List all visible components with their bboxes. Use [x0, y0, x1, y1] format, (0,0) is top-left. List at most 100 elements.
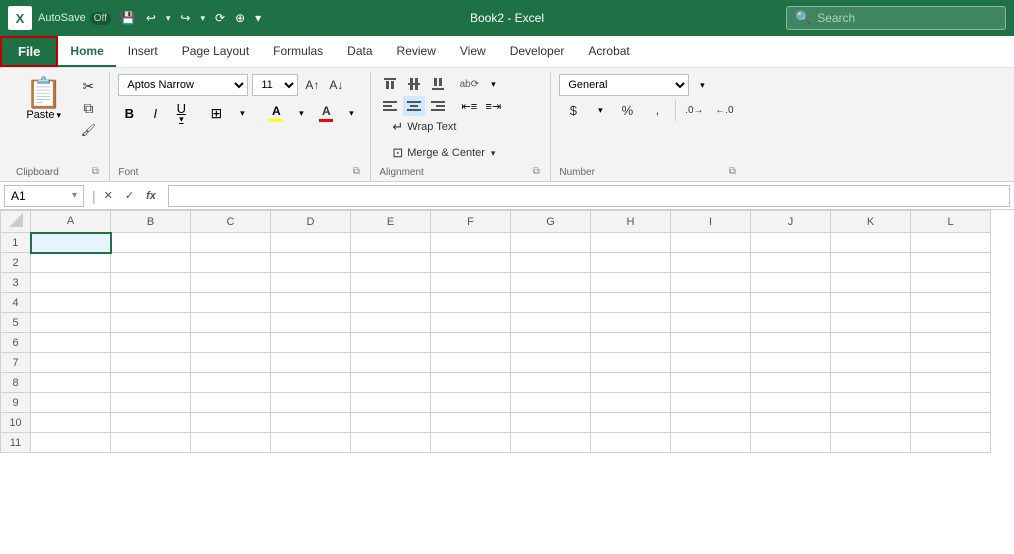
cell-F1[interactable]: [431, 233, 511, 253]
col-header-B[interactable]: B: [111, 211, 191, 233]
align-top-button[interactable]: [379, 74, 401, 94]
border-dropdown[interactable]: ▾: [231, 102, 253, 124]
row-header-2[interactable]: 2: [1, 253, 31, 273]
clipboard-expand-icon[interactable]: ⧉: [89, 166, 101, 178]
cell-K9[interactable]: [831, 393, 911, 413]
dollar-button[interactable]: $: [559, 99, 587, 121]
cell-B4[interactable]: [111, 293, 191, 313]
cell-L7[interactable]: [911, 353, 991, 373]
cancel-formula-button[interactable]: ✕: [100, 189, 117, 202]
col-header-I[interactable]: I: [671, 211, 751, 233]
comma-button[interactable]: ,: [643, 99, 671, 121]
paste-button[interactable]: 📋 Paste ▾: [16, 74, 71, 126]
cell-F10[interactable]: [431, 413, 511, 433]
cell-K6[interactable]: [831, 333, 911, 353]
cell-L2[interactable]: [911, 253, 991, 273]
cell-C11[interactable]: [191, 433, 271, 453]
menu-item-developer[interactable]: Developer: [498, 36, 577, 67]
cell-I6[interactable]: [671, 333, 751, 353]
wrap-text-button[interactable]: ↵ Wrap Text: [385, 116, 542, 138]
col-header-C[interactable]: C: [191, 211, 271, 233]
col-header-G[interactable]: G: [511, 211, 591, 233]
font-family-select[interactable]: Aptos Narrow: [118, 74, 248, 96]
confirm-formula-button[interactable]: ✓: [121, 189, 138, 202]
autosave-toggle[interactable]: Off: [90, 12, 111, 25]
cell-G7[interactable]: [511, 353, 591, 373]
redo-dropdown-icon[interactable]: ▾: [196, 11, 209, 26]
cell-F11[interactable]: [431, 433, 511, 453]
cell-L6[interactable]: [911, 333, 991, 353]
cell-F8[interactable]: [431, 373, 511, 393]
cell-B8[interactable]: [111, 373, 191, 393]
menu-item-review[interactable]: Review: [385, 36, 448, 67]
menu-item-acrobat[interactable]: Acrobat: [576, 36, 641, 67]
cell-C2[interactable]: [191, 253, 271, 273]
cell-H9[interactable]: [591, 393, 671, 413]
cell-D3[interactable]: [271, 273, 351, 293]
cell-E8[interactable]: [351, 373, 431, 393]
font-size-select[interactable]: 11: [252, 74, 298, 96]
col-header-A[interactable]: A: [31, 211, 111, 233]
cell-B10[interactable]: [111, 413, 191, 433]
percent-button[interactable]: %: [613, 99, 641, 121]
cell-J1[interactable]: [751, 233, 831, 253]
cell-A8[interactable]: [31, 373, 111, 393]
cell-G11[interactable]: [511, 433, 591, 453]
cell-L1[interactable]: [911, 233, 991, 253]
orientation-button[interactable]: ab⟳: [458, 74, 480, 94]
increase-indent-button[interactable]: ≡⇥: [482, 96, 504, 116]
align-center-button[interactable]: [403, 96, 425, 116]
cell-E10[interactable]: [351, 413, 431, 433]
col-header-J[interactable]: J: [751, 211, 831, 233]
cell-E3[interactable]: [351, 273, 431, 293]
cell-H11[interactable]: [591, 433, 671, 453]
col-header-F[interactable]: F: [431, 211, 511, 233]
cell-I7[interactable]: [671, 353, 751, 373]
align-right-button[interactable]: [427, 96, 449, 116]
bold-button[interactable]: B: [118, 102, 140, 124]
cell-A1[interactable]: [31, 233, 111, 253]
search-box[interactable]: 🔍: [786, 6, 1006, 30]
cell-B5[interactable]: [111, 313, 191, 333]
cell-J2[interactable]: [751, 253, 831, 273]
menu-item-formulas[interactable]: Formulas: [261, 36, 335, 67]
cell-A7[interactable]: [31, 353, 111, 373]
border-button[interactable]: ⊞: [205, 102, 227, 124]
underline-button[interactable]: U▾: [170, 102, 192, 124]
align-left-button[interactable]: [379, 96, 401, 116]
dollar-dropdown[interactable]: ▾: [589, 99, 611, 121]
row-header-8[interactable]: 8: [1, 373, 31, 393]
cell-C1[interactable]: [191, 233, 271, 253]
font-color-dropdown[interactable]: ▾: [340, 102, 362, 124]
decrease-indent-button[interactable]: ⇤≡: [458, 96, 480, 116]
cell-L8[interactable]: [911, 373, 991, 393]
cell-L10[interactable]: [911, 413, 991, 433]
row-header-4[interactable]: 4: [1, 293, 31, 313]
cell-F2[interactable]: [431, 253, 511, 273]
cell-H4[interactable]: [591, 293, 671, 313]
row-header-11[interactable]: 11: [1, 433, 31, 453]
cell-G9[interactable]: [511, 393, 591, 413]
cell-B9[interactable]: [111, 393, 191, 413]
cell-G3[interactable]: [511, 273, 591, 293]
cell-J10[interactable]: [751, 413, 831, 433]
cell-G10[interactable]: [511, 413, 591, 433]
orientation-dropdown[interactable]: ▾: [482, 74, 504, 94]
cell-J3[interactable]: [751, 273, 831, 293]
decrease-decimal-button[interactable]: .0→: [680, 99, 708, 121]
col-header-K[interactable]: K: [831, 211, 911, 233]
fill-color-button[interactable]: A: [266, 102, 286, 124]
search-input[interactable]: [817, 11, 997, 25]
menu-item-page-layout[interactable]: Page Layout: [170, 36, 261, 67]
cell-D7[interactable]: [271, 353, 351, 373]
cell-D9[interactable]: [271, 393, 351, 413]
align-bottom-button[interactable]: [427, 74, 449, 94]
font-color-button[interactable]: A: [316, 102, 336, 124]
cell-K11[interactable]: [831, 433, 911, 453]
cell-I5[interactable]: [671, 313, 751, 333]
cell-K3[interactable]: [831, 273, 911, 293]
cell-H6[interactable]: [591, 333, 671, 353]
cell-G8[interactable]: [511, 373, 591, 393]
menu-item-file[interactable]: File: [0, 36, 58, 67]
refresh-icon[interactable]: ⟳: [211, 9, 229, 27]
